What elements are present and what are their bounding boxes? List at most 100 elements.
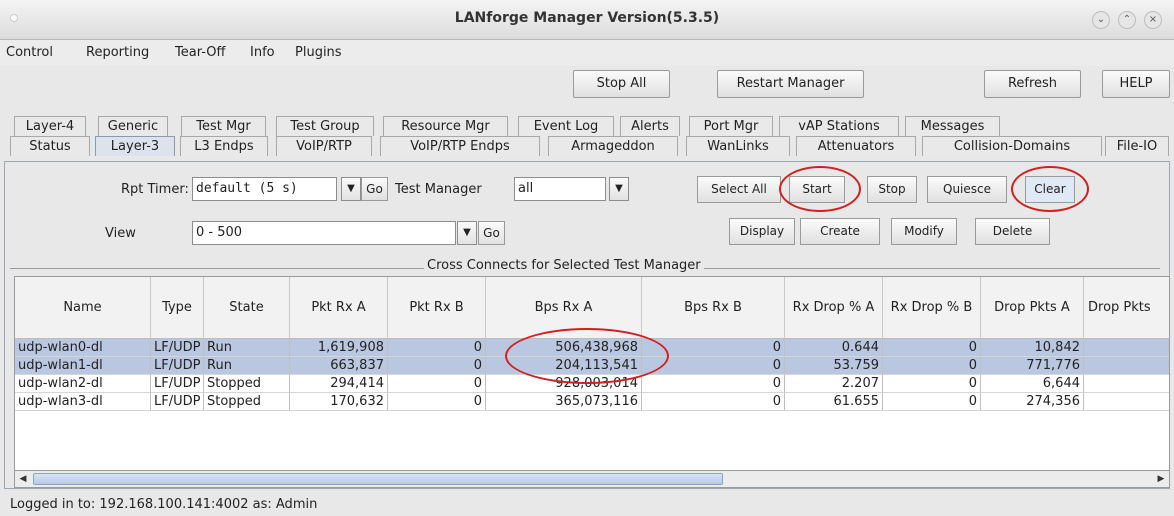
menu-plugins[interactable]: Plugins	[295, 45, 342, 60]
col-pkt-rx-b[interactable]: Pkt Rx B	[388, 277, 486, 339]
tab-voip-rtp[interactable]: VoIP/RTP	[276, 136, 372, 156]
stop-all-button[interactable]: Stop All	[573, 70, 670, 98]
select-all-button[interactable]: Select All	[697, 176, 781, 203]
col-rx-drop-b[interactable]: Rx Drop % B	[883, 277, 981, 339]
window-title: LANforge Manager Version(5.3.5)	[454, 10, 720, 26]
table-cell: 294,414	[290, 375, 388, 393]
title-bar: LANforge Manager Version(5.3.5) ⌄ ⌃ ×	[0, 0, 1174, 40]
table-cell	[1084, 393, 1169, 411]
table-cell: 0	[883, 357, 981, 375]
tab-event-log[interactable]: Event Log	[518, 116, 614, 136]
rpt-timer-dropdown-icon[interactable]: ▼	[341, 177, 361, 201]
col-bps-rx-b[interactable]: Bps Rx B	[642, 277, 785, 339]
tab-port-mgr[interactable]: Port Mgr	[689, 116, 773, 136]
col-rx-drop-a[interactable]: Rx Drop % A	[785, 277, 883, 339]
tab-alerts[interactable]: Alerts	[620, 116, 680, 136]
table-cell	[1084, 375, 1169, 393]
rpt-timer-go-button[interactable]: Go	[361, 177, 388, 201]
table-cell: Stopped	[204, 393, 290, 411]
col-drop-pkts-a[interactable]: Drop Pkts A	[981, 277, 1084, 339]
menu-reporting[interactable]: Reporting	[86, 45, 149, 60]
clear-highlight-ring	[1011, 166, 1089, 212]
tab-resource-mgr[interactable]: Resource Mgr	[383, 116, 508, 136]
view-go-button[interactable]: Go	[478, 221, 505, 245]
rpt-timer-select[interactable]: default (5 s)	[192, 177, 337, 201]
table-cell: 0	[388, 339, 486, 357]
table-cell: LF/UDP	[151, 393, 204, 411]
table-cell: 0	[883, 375, 981, 393]
tab-file-io[interactable]: File-IO	[1105, 136, 1169, 156]
view-dropdown-icon[interactable]: ▼	[457, 221, 477, 245]
tab-voip-rtp-endps[interactable]: VoIP/RTP Endps	[380, 136, 540, 156]
scroll-right-icon[interactable]: ▶	[1153, 471, 1169, 487]
table-cell	[1084, 357, 1169, 375]
table-cell: 0	[642, 393, 785, 411]
table-cell: 663,837	[290, 357, 388, 375]
col-drop-pkts-b[interactable]: Drop Pkts	[1084, 277, 1169, 339]
tab-status[interactable]: Status	[10, 136, 90, 156]
test-manager-select[interactable]: all	[514, 177, 606, 201]
modify-button[interactable]: Modify	[891, 218, 957, 245]
status-bar: Logged in to: 192.168.100.141:4002 as: A…	[10, 497, 318, 512]
table-cell: 0	[388, 393, 486, 411]
menu-bar: Control Reporting Tear-Off Info Plugins	[0, 40, 1174, 66]
test-manager-label: Test Manager	[395, 182, 482, 197]
maximize-icon[interactable]: ⌃	[1118, 11, 1136, 29]
table-cell: 6,644	[981, 375, 1084, 393]
menu-info[interactable]: Info	[250, 45, 275, 60]
horizontal-scrollbar[interactable]: ◀ ▶	[14, 470, 1170, 488]
table-cell: 365,073,116	[486, 393, 642, 411]
help-button[interactable]: HELP	[1102, 70, 1170, 98]
table-cell: 2.207	[785, 375, 883, 393]
table-cell: 0	[883, 339, 981, 357]
tab-collision-domains[interactable]: Collision-Domains	[922, 136, 1102, 156]
tab-l3-endps[interactable]: L3 Endps	[180, 136, 268, 156]
table-cell: 274,356	[981, 393, 1084, 411]
close-icon[interactable]: ×	[1144, 11, 1162, 29]
table-cell: udp-wlan0-dl	[15, 339, 151, 357]
table-cell: 771,776	[981, 357, 1084, 375]
quiesce-button[interactable]: Quiesce	[927, 176, 1007, 203]
tab-layer-4[interactable]: Layer-4	[14, 116, 86, 136]
tab-wanlinks[interactable]: WanLinks	[686, 136, 790, 156]
table-cell: Run	[204, 339, 290, 357]
table-cell: 170,632	[290, 393, 388, 411]
table-cell: LF/UDP	[151, 375, 204, 393]
tab-armageddon[interactable]: Armageddon	[548, 136, 678, 156]
table-cell: 0.644	[785, 339, 883, 357]
display-button[interactable]: Display	[729, 218, 795, 245]
scroll-left-icon[interactable]: ◀	[15, 471, 31, 487]
tab-test-group[interactable]: Test Group	[276, 116, 374, 136]
tab-vap-stations[interactable]: vAP Stations	[779, 116, 899, 136]
create-button[interactable]: Create	[800, 218, 880, 245]
view-select[interactable]: 0 - 500	[192, 221, 456, 245]
tab-test-mgr[interactable]: Test Mgr	[181, 116, 266, 136]
bps-highlight-ring	[505, 328, 669, 384]
col-pkt-rx-a[interactable]: Pkt Rx A	[290, 277, 388, 339]
table-cell: 0	[642, 375, 785, 393]
minimize-icon[interactable]: ⌄	[1092, 11, 1110, 29]
refresh-button[interactable]: Refresh	[984, 70, 1081, 98]
restart-manager-button[interactable]: Restart Manager	[717, 70, 864, 98]
table-cell: udp-wlan1-dl	[15, 357, 151, 375]
col-type[interactable]: Type	[151, 277, 204, 339]
table-cell: 53.759	[785, 357, 883, 375]
menu-control[interactable]: Control	[6, 45, 53, 60]
table-row[interactable]: udp-wlan3-dl LF/UDP Stopped 170,632 0 365,073…	[15, 393, 1169, 411]
table-cell: LF/UDP	[151, 357, 204, 375]
table-cell: 1,619,908	[290, 339, 388, 357]
table-cell: 0	[388, 375, 486, 393]
table-cell: 0	[883, 393, 981, 411]
delete-button[interactable]: Delete	[975, 218, 1050, 245]
col-state[interactable]: State	[204, 277, 290, 339]
test-manager-dropdown-icon[interactable]: ▼	[609, 177, 629, 201]
menu-tear-off[interactable]: Tear-Off	[175, 45, 225, 60]
tab-attenuators[interactable]: Attenuators	[796, 136, 916, 156]
tab-messages[interactable]: Messages	[905, 116, 1000, 136]
col-name[interactable]: Name	[15, 277, 151, 339]
scroll-thumb[interactable]	[33, 473, 723, 485]
tab-layer-3[interactable]: Layer-3	[95, 136, 175, 156]
stop-button[interactable]: Stop	[867, 176, 917, 203]
tab-generic[interactable]: Generic	[98, 116, 168, 136]
start-highlight-ring	[779, 166, 861, 212]
